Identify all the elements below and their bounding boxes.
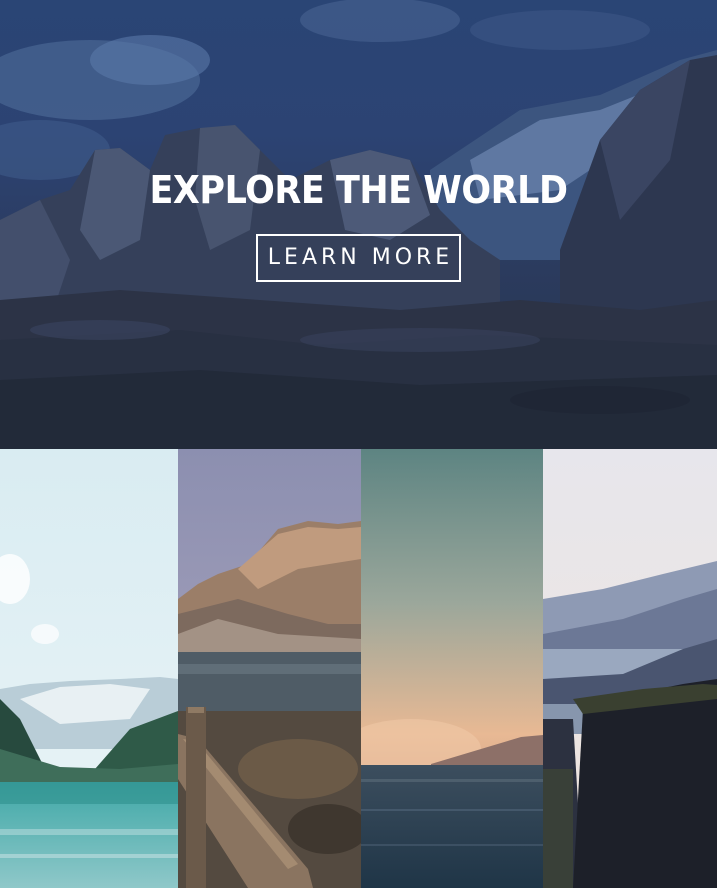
lake-valley-photo <box>0 449 178 888</box>
gallery-panel-2[interactable] <box>178 449 361 888</box>
misty-sunset-lake-photo <box>361 449 543 888</box>
photo-gallery <box>0 449 717 888</box>
hero-content: EXPLORE THE WORLD LEARN MORE <box>0 166 717 282</box>
learn-more-button[interactable]: LEARN MORE <box>255 234 462 282</box>
gallery-panel-1[interactable] <box>0 449 178 888</box>
gallery-panel-4[interactable] <box>543 449 717 888</box>
gallery-panel-3[interactable] <box>361 449 543 888</box>
mountain-lake-dock-photo <box>178 449 361 888</box>
hero-title: EXPLORE THE WORLD <box>149 168 568 212</box>
river-gorge-cliff-photo <box>543 449 717 888</box>
hero-section: EXPLORE THE WORLD LEARN MORE <box>0 0 717 449</box>
